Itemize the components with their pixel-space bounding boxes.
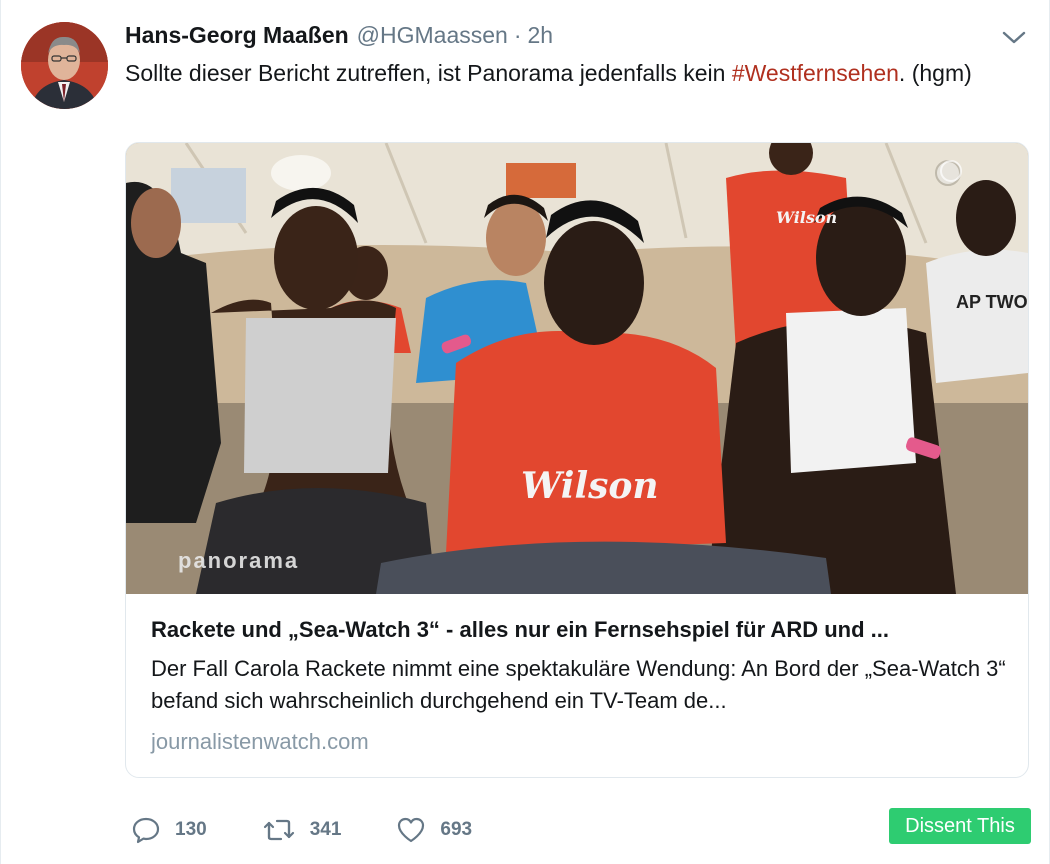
image-shirt-text-small: Wilson xyxy=(776,208,837,227)
hashtag-link[interactable]: #Westfernsehen xyxy=(732,60,899,86)
author-handle[interactable]: @HGMaassen xyxy=(357,22,508,49)
chevron-down-icon[interactable] xyxy=(1001,28,1027,48)
link-card[interactable]: AP TWO Wilson Wilson panorama Rackete un… xyxy=(125,142,1029,778)
like-count: 693 xyxy=(440,819,473,840)
tweet-text: Sollte dieser Bericht zutreffen, ist Pan… xyxy=(125,58,1005,89)
separator-dot: · xyxy=(513,22,522,48)
tweet-actions: 130 341 693 xyxy=(131,812,527,848)
image-shirt-text: Wilson xyxy=(521,465,659,507)
heart-icon xyxy=(398,817,425,843)
panorama-watermark: panorama xyxy=(178,548,299,573)
reply-count: 130 xyxy=(175,819,207,840)
retweet-button[interactable]: 341 xyxy=(262,815,342,845)
retweet-count: 341 xyxy=(309,819,342,840)
tweet-timestamp[interactable]: 2h xyxy=(528,22,554,49)
author-name[interactable]: Hans-Georg Maaßen xyxy=(125,22,349,49)
card-image[interactable]: AP TWO Wilson Wilson panorama xyxy=(126,143,1028,594)
card-domain[interactable]: journalistenwatch.com xyxy=(151,729,369,755)
dissent-this-button[interactable]: Dissent This xyxy=(889,808,1031,844)
image-shirt-text-back: AP TWO xyxy=(956,292,1028,312)
tweet-text-before: Sollte dieser Bericht zutreffen, ist Pan… xyxy=(125,60,732,86)
tweet-text-after: . (hgm) xyxy=(898,60,972,86)
card-title[interactable]: Rackete und „Sea-Watch 3“ - alles nur ei… xyxy=(151,617,1011,643)
like-button[interactable]: 693 xyxy=(396,815,472,845)
reply-icon xyxy=(132,817,160,844)
avatar[interactable] xyxy=(21,22,108,109)
retweet-icon xyxy=(263,819,294,841)
card-description: Der Fall Carola Rackete nimmt eine spekt… xyxy=(151,656,1006,713)
reply-button[interactable]: 130 xyxy=(131,815,207,845)
tweet: Hans-Georg Maaßen @HGMaassen · 2h Sollte… xyxy=(0,0,1050,864)
tweet-header: Hans-Georg Maaßen @HGMaassen · 2h xyxy=(125,22,553,52)
